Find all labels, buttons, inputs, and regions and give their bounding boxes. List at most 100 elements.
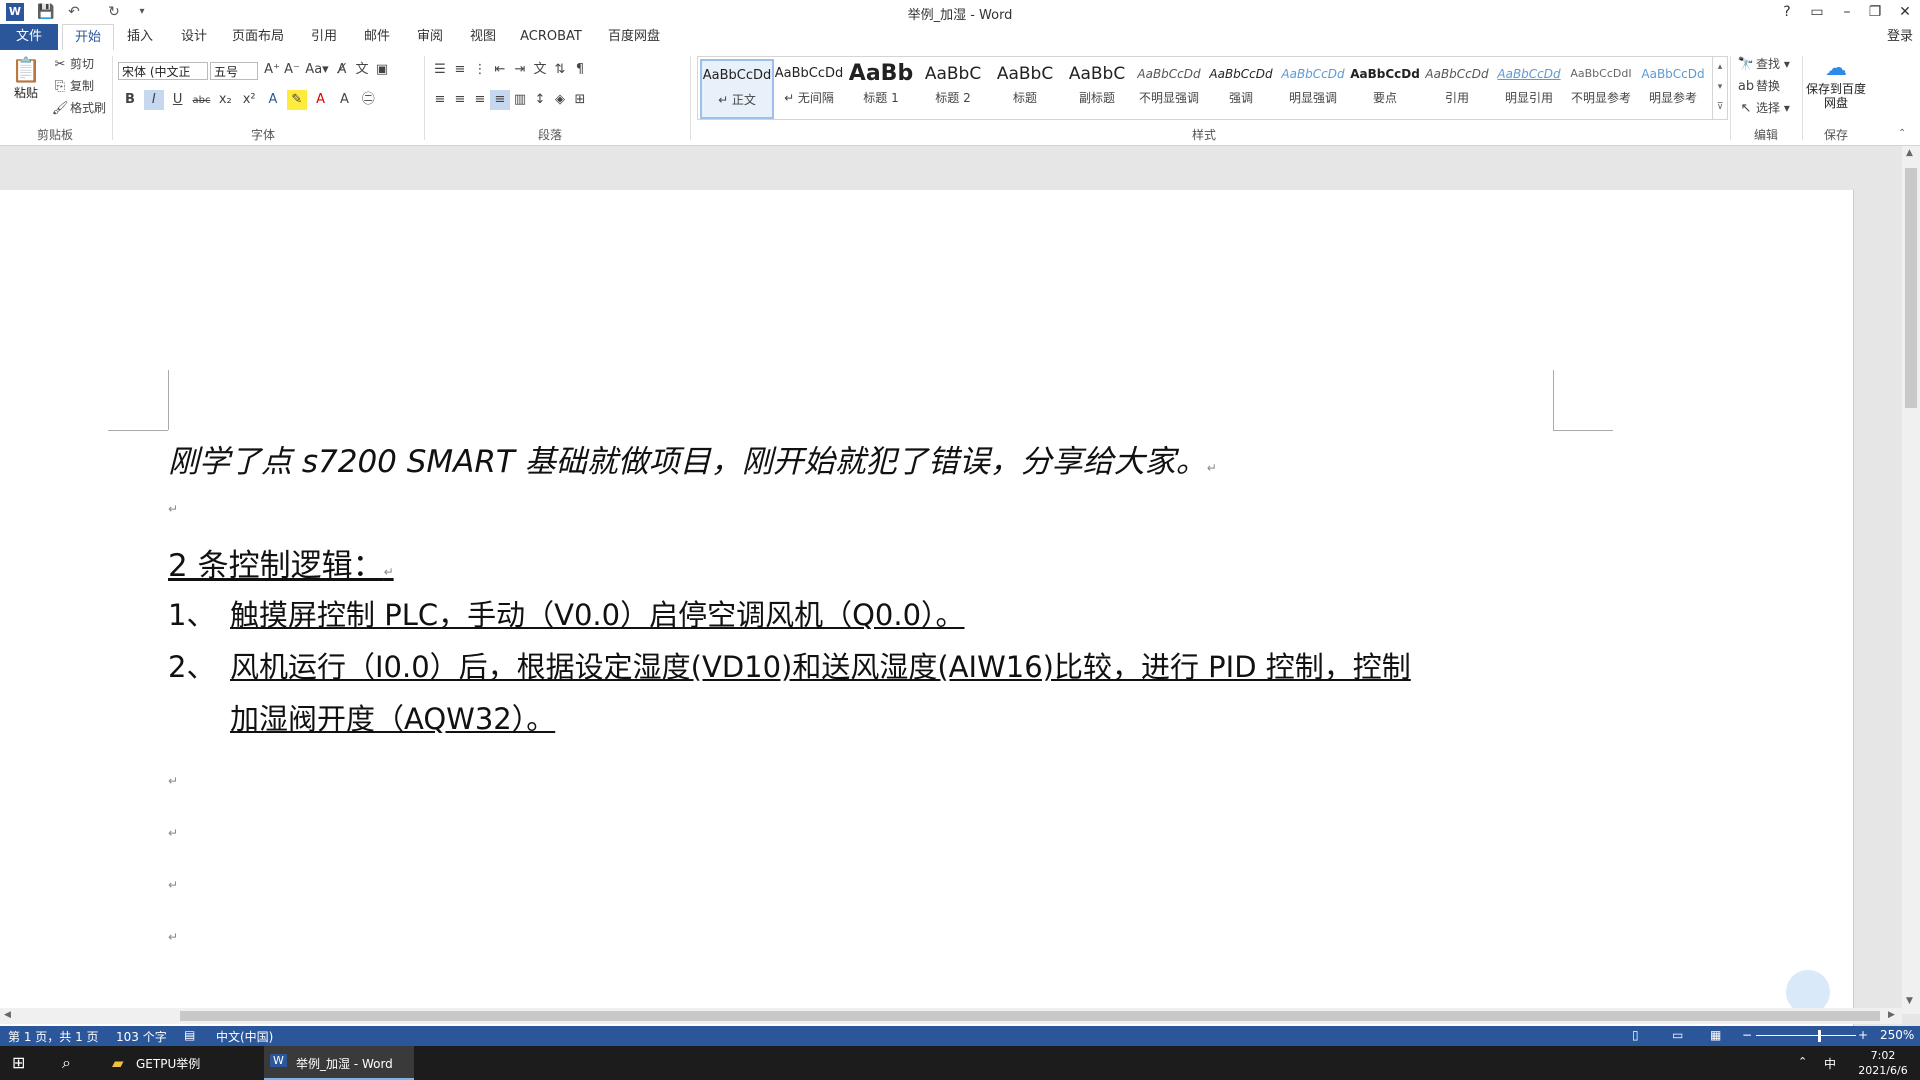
collapse-ribbon-icon[interactable]: ⌃ (1898, 128, 1906, 139)
justify-icon[interactable]: ≡ (490, 90, 510, 110)
web-layout-icon[interactable]: ▦ (1710, 1028, 1721, 1042)
page-count[interactable]: 第 1 页，共 1 页 (8, 1028, 99, 1045)
proofing-icon[interactable]: ▤ (184, 1028, 195, 1042)
underline-button[interactable]: U (168, 90, 188, 110)
copy-button[interactable]: ⎘ 复制 (50, 76, 94, 96)
subscript-button[interactable]: x₂ (215, 90, 235, 110)
clear-format-icon[interactable]: A̸ (332, 60, 352, 80)
strikethrough-button[interactable]: abc (191, 91, 211, 111)
tab-review[interactable]: 审阅 (410, 24, 450, 50)
text-effects-icon[interactable]: A (263, 90, 283, 110)
help-button[interactable]: ? (1772, 0, 1802, 24)
taskbar-app-word[interactable]: W 举例_加湿 - Word (264, 1046, 414, 1080)
word-count[interactable]: 103 个字 (116, 1028, 167, 1045)
grow-font-icon[interactable]: A⁺ (262, 60, 282, 80)
hscroll-thumb[interactable] (180, 1011, 1880, 1021)
tab-mailings[interactable]: 邮件 (357, 24, 397, 50)
style-intense-emphasis[interactable]: AaBbCcDd 明显强调 (1278, 59, 1348, 115)
style-subtle-reference[interactable]: AaBbCcDdI 不明显参考 (1566, 59, 1636, 115)
scroll-left-icon[interactable]: ◀ (4, 1010, 11, 1020)
zoom-slider-thumb[interactable] (1818, 1030, 1821, 1042)
save-to-baidu-button[interactable]: ☁ 保存到百度网盘 (1806, 56, 1866, 110)
numbering-icon[interactable]: ≡ (450, 60, 470, 80)
cut-button[interactable]: ✂ 剪切 (50, 54, 94, 74)
asian-layout-icon[interactable]: 文 (530, 60, 550, 80)
increase-indent-icon[interactable]: ⇥ (510, 60, 530, 80)
style-no-spacing[interactable]: AaBbCcDd ↵ 无间隔 (774, 59, 844, 115)
distribute-icon[interactable]: ▥ (510, 90, 530, 110)
scroll-up-icon[interactable]: ▲ (1906, 148, 1913, 158)
align-right-icon[interactable]: ≡ (470, 90, 490, 110)
shading-icon[interactable]: ◈ (550, 90, 570, 110)
multilevel-list-icon[interactable]: ⋮ (470, 60, 490, 80)
change-case-icon[interactable]: Aa▾ (302, 60, 332, 80)
windows-start-icon[interactable]: ⊞ (12, 1053, 25, 1072)
style-normal[interactable]: AaBbCcDd ↵ 正文 (700, 59, 774, 119)
tab-design[interactable]: 设计 (174, 24, 214, 50)
scroll-right-icon[interactable]: ▶ (1888, 1010, 1895, 1020)
logic-heading[interactable]: 2 条控制逻辑：↵ (168, 540, 394, 585)
align-center-icon[interactable]: ≡ (450, 90, 470, 110)
font-name-combo[interactable]: 宋体 (中文正 (118, 62, 208, 80)
sort-icon[interactable]: ⇅ (550, 60, 570, 80)
tab-home[interactable]: 开始 (62, 24, 114, 51)
highlight-icon[interactable]: ✎ (286, 90, 307, 110)
style-quote[interactable]: AaBbCcDd 引用 (1422, 59, 1492, 115)
tray-chevron-icon[interactable]: ⌃ (1798, 1055, 1807, 1068)
zoom-level[interactable]: 250% (1880, 1028, 1914, 1042)
restore-icon[interactable]: ❐ (1860, 0, 1890, 24)
style-subtle-emphasis[interactable]: AaBbCcDd 不明显强调 (1134, 59, 1204, 115)
format-painter-button[interactable]: 🖌 格式刷 (50, 98, 106, 118)
line-spacing-icon[interactable]: ↕ (530, 90, 550, 110)
read-mode-icon[interactable]: ▯ (1632, 1028, 1639, 1042)
zoom-slider[interactable] (1756, 1035, 1856, 1036)
list-item-2-continued[interactable]: 加湿阀开度（AQW32）。 (230, 696, 555, 738)
close-icon[interactable]: ✕ (1890, 0, 1920, 24)
bullets-icon[interactable]: ☰ (430, 60, 450, 80)
tab-layout[interactable]: 页面布局 (228, 24, 288, 50)
font-color-icon[interactable]: A (311, 90, 331, 110)
login-link[interactable]: 登录 (1882, 24, 1918, 50)
styles-scroll-icon[interactable]: ▴ ▾ ⊽ (1712, 56, 1728, 120)
list-item-2[interactable]: 2、 风机运行（I0.0）后，根据设定湿度(VD10)和送风湿度(AIW16)比… (168, 644, 1411, 686)
tab-view[interactable]: 视图 (463, 24, 503, 50)
tab-acrobat[interactable]: ACROBAT (516, 24, 586, 50)
scroll-down-icon[interactable]: ▼ (1906, 996, 1913, 1006)
show-marks-icon[interactable]: ¶ (570, 60, 590, 80)
char-border-icon[interactable]: ▣ (372, 60, 392, 80)
decrease-indent-icon[interactable]: ⇤ (490, 60, 510, 80)
superscript-button[interactable]: x² (239, 90, 259, 110)
style-subtitle[interactable]: AaBbC 副标题 (1062, 59, 1132, 115)
page[interactable]: 刚学了点 s7200 SMART 基础就做项目，刚开始就犯了错误，分享给大家。↵… (0, 190, 1854, 1030)
horizontal-scrollbar[interactable]: ◀ ▶ (0, 1008, 1902, 1024)
replace-button[interactable]: ab 替换 (1736, 76, 1780, 96)
search-icon[interactable]: ⌕ (62, 1053, 71, 1073)
tab-baidu[interactable]: 百度网盘 (602, 24, 666, 50)
style-emphasis[interactable]: AaBbCcDd 强调 (1206, 59, 1276, 115)
intro-line[interactable]: 刚学了点 s7200 SMART 基础就做项目，刚开始就犯了错误，分享给大家。↵ (168, 436, 1217, 481)
tab-references[interactable]: 引用 (304, 24, 344, 50)
scroll-thumb[interactable] (1905, 168, 1917, 408)
clock[interactable]: 7:02 2021/6/6 (1850, 1048, 1916, 1078)
shrink-font-icon[interactable]: A⁻ (282, 60, 302, 80)
paste-button[interactable]: 📋 粘贴 (8, 56, 44, 116)
tab-insert[interactable]: 插入 (120, 24, 160, 50)
style-strong[interactable]: AaBbCcDd 要点 (1350, 59, 1420, 115)
enclose-char-icon[interactable]: ㊁ (358, 90, 378, 110)
phonetic-icon[interactable]: 文 (352, 60, 372, 80)
style-intense-quote[interactable]: AaBbCcDd 明显引用 (1494, 59, 1564, 115)
ribbon-display-icon[interactable]: ▭ (1802, 0, 1832, 24)
vertical-scrollbar[interactable]: ▲ ▼ (1902, 146, 1920, 1014)
tab-file[interactable]: 文件 (0, 24, 58, 50)
bold-button[interactable]: B (120, 90, 140, 110)
ime-indicator[interactable]: 中 (1824, 1055, 1836, 1072)
list-item-1[interactable]: 1、 触摸屏控制 PLC，手动（V0.0）启停空调风机（Q0.0）。 (168, 592, 965, 634)
taskbar-app-folder[interactable]: ▰ GETPU举例 (108, 1046, 258, 1080)
style-heading2[interactable]: AaBbC 标题 2 (918, 59, 988, 115)
language[interactable]: 中文(中国) (216, 1028, 273, 1045)
style-title[interactable]: AaBbC 标题 (990, 59, 1060, 115)
zoom-out-icon[interactable]: − (1742, 1028, 1752, 1042)
italic-button[interactable]: I (143, 90, 164, 110)
print-layout-icon[interactable]: ▭ (1672, 1028, 1683, 1042)
minimize-icon[interactable]: – (1832, 0, 1862, 24)
